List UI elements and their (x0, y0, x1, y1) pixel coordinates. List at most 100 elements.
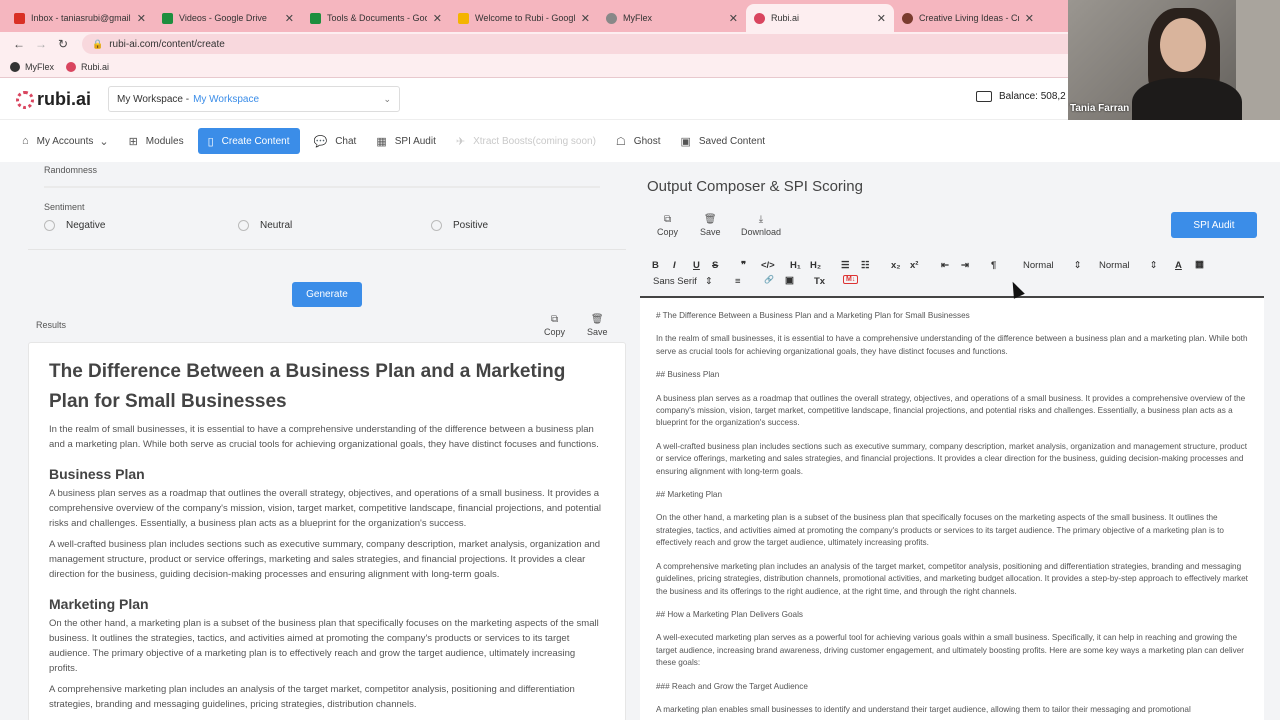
composer-copy-button[interactable]: ⧉ Copy (657, 214, 678, 237)
underline-button[interactable]: U (693, 260, 700, 271)
code-button[interactable]: </> (761, 260, 775, 271)
italic-button[interactable]: I (673, 260, 676, 271)
document-icon: ▯ (207, 135, 214, 148)
slides-icon (458, 12, 469, 24)
webcam-person-face (1160, 18, 1206, 72)
url-input[interactable]: 🔒 rubi-ai.com/content/create (82, 34, 1102, 54)
browser-tab[interactable]: Videos - Google Drive ✕ (154, 4, 302, 32)
output-composer-panel: Output Composer & SPI Scoring ⧉ Copy 🗑 Sav… (640, 162, 1264, 720)
webcam-background (1236, 0, 1280, 120)
nav-modules[interactable]: ⊞ Modules (129, 135, 184, 148)
article-heading: Business Plan (49, 466, 145, 482)
text-color-button[interactable]: A (1175, 260, 1182, 271)
close-icon[interactable]: ✕ (433, 12, 442, 25)
link-button[interactable]: 🔗 (764, 275, 774, 284)
size-select[interactable]: Normal ⇕ (1023, 260, 1082, 271)
ordered-list-button[interactable]: ☰ (841, 260, 850, 271)
webcam-overlay: Tania Farran (1068, 0, 1280, 120)
browser-tab[interactable]: Inbox - taniasrubi@gmail.c ✕ (6, 4, 154, 32)
indent-button[interactable]: ⇥ (961, 260, 969, 271)
heading-select[interactable]: Normal ⇕ (1099, 260, 1158, 271)
workspace-select[interactable]: My Workspace - My Workspace ⌄ (108, 86, 400, 112)
browser-tab[interactable]: Tools & Documents - Goog ✕ (302, 4, 450, 32)
browser-tab[interactable]: Creative Living Ideas - Cre ✕ (894, 4, 1042, 32)
nav-chat[interactable]: 💬 Chat (314, 135, 357, 148)
superscript-button[interactable]: x² (910, 260, 918, 271)
h1-button[interactable]: H₁ (790, 260, 801, 271)
download-icon: ⤓ (758, 214, 764, 225)
strike-button[interactable]: S (712, 260, 718, 271)
markdown-button[interactable]: M↓ (843, 275, 859, 284)
h2-button[interactable]: H₂ (810, 260, 821, 271)
article-paragraph: In the realm of small businesses, it is … (49, 424, 599, 450)
editor-line: A well-executed marketing plan serves as… (656, 633, 1244, 668)
close-icon[interactable]: ✕ (1025, 12, 1034, 25)
composer-save-button[interactable]: 🗑 Save (700, 214, 721, 237)
blockquote-button[interactable]: ❞ (741, 260, 746, 271)
editor-line: A comprehensive marketing plan includes … (656, 561, 1248, 596)
close-icon[interactable]: ✕ (285, 12, 294, 25)
editor-content[interactable]: # The Difference Between a Business Plan… (640, 298, 1264, 720)
save-icon: ▣ (680, 135, 691, 148)
editor-line: ### Reach and Grow the Target Audience (656, 681, 808, 691)
drive-icon (162, 12, 173, 24)
close-icon[interactable]: ✕ (581, 12, 590, 25)
map-icon: ▦ (376, 135, 387, 148)
sentiment-negative-radio[interactable]: Negative (44, 220, 105, 231)
browser-tab[interactable]: Welcome to Rubi - Google ✕ (450, 4, 598, 32)
browser-tab[interactable]: MyFlex ✕ (598, 4, 746, 32)
chevron-down-icon: ⌄ (99, 135, 109, 148)
browser-tab-active[interactable]: Rubi.ai ✕ (746, 4, 894, 32)
editor-toolbar: B I U S ❞ </> H₁ H₂ ☰ ☷ x₂ x² ⇤ ⇥ ¶ Norm… (640, 250, 1264, 298)
editor-line: In the realm of small businesses, it is … (656, 334, 1248, 356)
outdent-button[interactable]: ⇤ (941, 260, 949, 271)
subscript-button[interactable]: x₂ (891, 260, 901, 271)
rocket-icon: ✈ (455, 135, 466, 148)
reload-icon[interactable]: ↻ (52, 37, 74, 51)
panel-title: Output Composer & SPI Scoring (647, 178, 863, 195)
bullet-list-button[interactable]: ☷ (861, 260, 870, 271)
editor-line: ## How a Marketing Plan Delivers Goals (656, 609, 803, 619)
results-save-button[interactable]: 🗑 Save (587, 314, 608, 337)
chevron-updown-icon: ⇕ (704, 276, 713, 287)
bookmark-rubi[interactable]: Rubi.ai (66, 61, 109, 72)
sentiment-positive-radio[interactable]: Positive (431, 220, 488, 231)
nav-my-accounts[interactable]: ⌂ My Accounts ⌄ (22, 135, 109, 148)
copy-icon: ⧉ (550, 314, 559, 325)
generator-panel: Randomness Sentiment Negative Neutral Po… (28, 162, 626, 720)
drive-icon (310, 12, 321, 24)
nav-ghost[interactable]: ☖ Ghost (616, 135, 661, 148)
editor-line: ## Marketing Plan (656, 490, 722, 500)
font-select[interactable]: Sans Serif ⇕ (653, 276, 713, 287)
align-button[interactable]: ≡ (735, 276, 741, 287)
keyboard-icon (976, 91, 992, 102)
bold-button[interactable]: B (652, 260, 659, 271)
randomness-slider[interactable] (44, 186, 600, 188)
home-icon: ⌂ (22, 135, 29, 147)
generate-button[interactable]: Generate (292, 282, 362, 307)
image-button[interactable]: ▣ (785, 275, 794, 286)
results-copy-button[interactable]: ⧉ Copy (544, 314, 565, 337)
bookmark-myflex[interactable]: MyFlex (10, 61, 54, 72)
editor-line: On the other hand, a marketing plan is a… (656, 513, 1224, 548)
rubi-logo[interactable]: rubi.ai (16, 89, 91, 110)
rtl-button[interactable]: ¶ (991, 260, 996, 271)
randomness-label: Randomness (44, 165, 98, 175)
back-icon[interactable]: ← (8, 37, 30, 51)
nav-saved-content[interactable]: ▣ Saved Content (680, 135, 765, 148)
chevron-updown-icon: ⇕ (1073, 260, 1082, 271)
ghost-icon: ☖ (615, 135, 626, 148)
copy-icon: ⧉ (663, 214, 672, 225)
background-color-button[interactable]: ▦ (1195, 259, 1204, 270)
close-icon[interactable]: ✕ (729, 12, 738, 25)
sentiment-neutral-radio[interactable]: Neutral (238, 220, 292, 231)
close-icon[interactable]: ✕ (137, 12, 146, 25)
close-icon[interactable]: ✕ (877, 12, 886, 25)
clear-format-button[interactable]: Tx (814, 276, 825, 287)
results-article: The Difference Between a Business Plan a… (28, 342, 626, 720)
composer-download-button[interactable]: ⤓ Download (741, 214, 781, 237)
nav-create-content[interactable]: ▯ Create Content (197, 128, 300, 154)
forward-icon[interactable]: → (30, 37, 52, 51)
spi-audit-button[interactable]: SPI Audit (1171, 212, 1257, 238)
nav-spi-audit[interactable]: ▦ SPI Audit (376, 135, 436, 148)
